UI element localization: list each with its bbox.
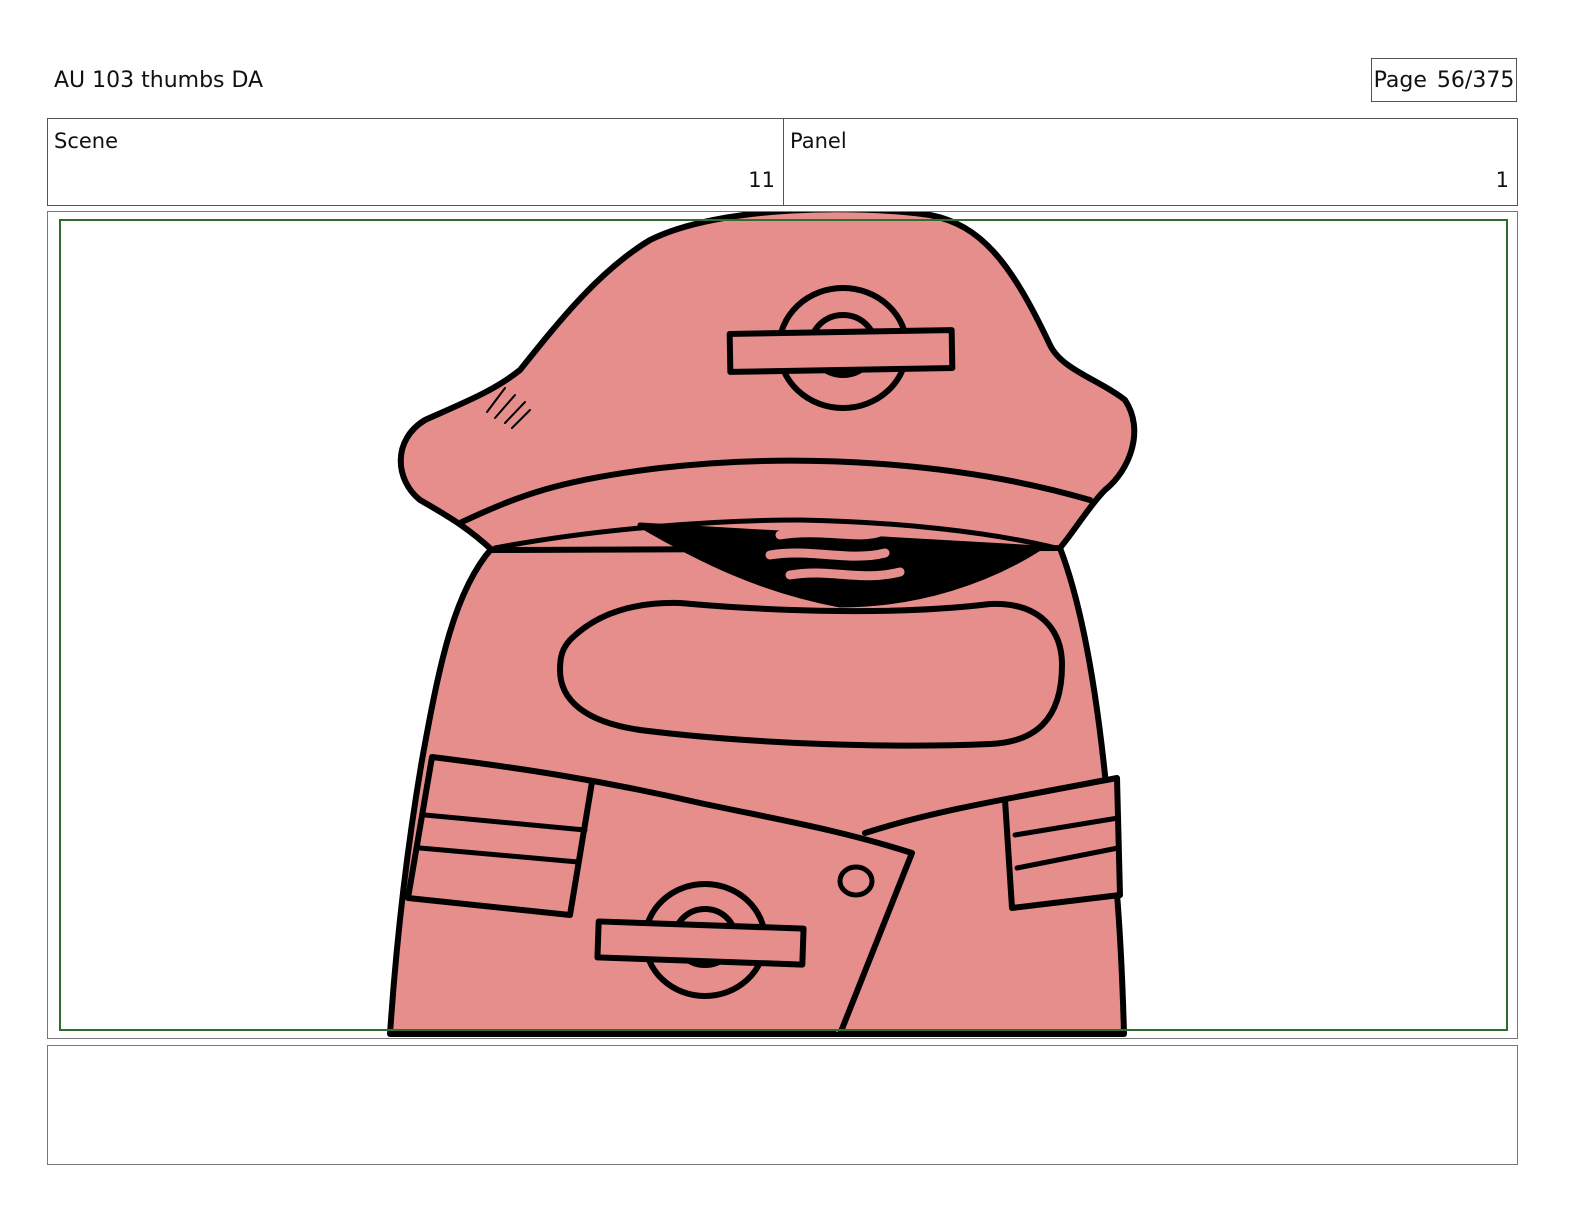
panel-label: Panel: [790, 129, 847, 153]
panel-number: 1: [1495, 168, 1509, 192]
page-indicator: Page 56/375: [1371, 58, 1517, 102]
collar-button: [837, 864, 875, 898]
page-number: 56/375: [1436, 67, 1515, 93]
scene-number: 11: [748, 168, 775, 192]
eye-visor: [557, 599, 1065, 749]
scene-panel-info: Scene 11 Panel 1: [47, 118, 1518, 206]
panel-cell: Panel 1: [784, 119, 1517, 205]
notes-box[interactable]: [47, 1045, 1518, 1165]
scene-label: Scene: [54, 129, 119, 153]
page-label: Page: [1373, 67, 1427, 93]
storyboard-title: AU 103 thumbs DA: [54, 68, 264, 93]
scene-cell: Scene 11: [48, 119, 784, 205]
storyboard-frame: [47, 211, 1518, 1039]
character-drawing: [387, 212, 1138, 1037]
